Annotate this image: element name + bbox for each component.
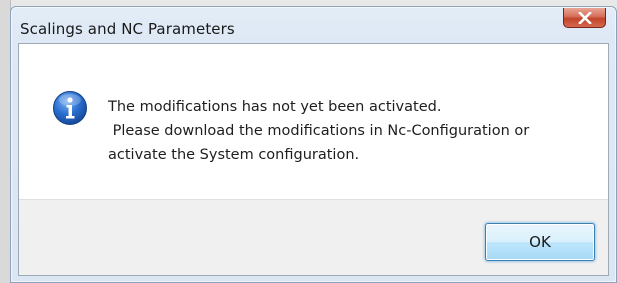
- info-icon: [53, 91, 87, 125]
- dialog-message: The modifications has not yet been activ…: [108, 95, 588, 167]
- ok-button[interactable]: OK: [485, 223, 595, 261]
- message-dialog: Scalings and NC Parameters The modificat…: [10, 6, 617, 283]
- dialog-title: Scalings and NC Parameters: [20, 20, 235, 38]
- message-line-3: activate the System configuration.: [108, 147, 360, 163]
- dialog-client-area: The modifications has not yet been activ…: [18, 43, 609, 276]
- close-button[interactable]: [563, 8, 606, 28]
- dialog-content: The modifications has not yet been activ…: [19, 44, 608, 199]
- dialog-titlebar[interactable]: Scalings and NC Parameters: [11, 7, 616, 43]
- close-icon: [577, 11, 592, 24]
- message-line-2: Please download the modifications in Nc-…: [108, 123, 530, 139]
- dialog-button-bar: OK: [19, 199, 608, 275]
- message-line-1: The modifications has not yet been activ…: [108, 99, 442, 115]
